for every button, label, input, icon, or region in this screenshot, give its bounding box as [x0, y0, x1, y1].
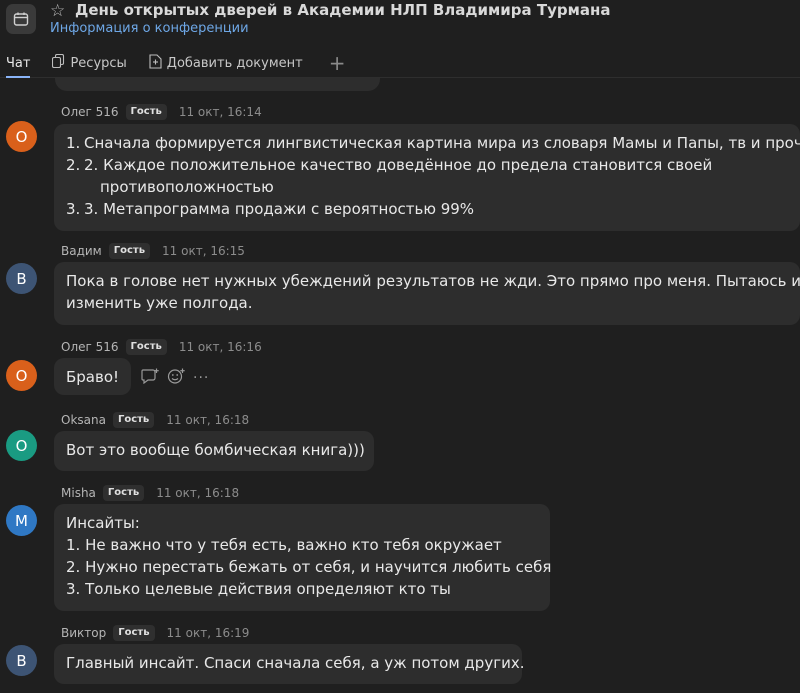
message-list: 1. Сначала формируется лингвистическая к…	[66, 132, 800, 220]
page-title: День открытых дверей в Академии НЛП Влад…	[75, 1, 611, 19]
tab-add-document[interactable]: Добавить документ	[149, 53, 303, 73]
list-item: 1. Сначала формируется лингвистическая к…	[66, 134, 800, 152]
tab-resources[interactable]: Ресурсы	[52, 53, 127, 72]
message-bubble: Вот это вообще бомбическая книга)))	[54, 431, 374, 471]
author-name[interactable]: Вадим	[61, 244, 102, 258]
author-name[interactable]: Олег 516	[61, 105, 119, 119]
message-actions: ···	[141, 368, 209, 388]
conference-header: ☆ День открытых дверей в Академии НЛП Вл…	[0, 0, 800, 78]
message-meta: Олег 516 Гость 11 окт, 16:14	[61, 103, 262, 121]
conference-info-link[interactable]: Информация о конференции	[50, 21, 249, 36]
author-name[interactable]: Виктор	[61, 626, 106, 640]
list-item-continuation: противоположностью	[100, 178, 274, 196]
plus-icon[interactable]: +	[329, 53, 346, 73]
avatar-initial: О	[15, 366, 28, 385]
guest-badge: Гость	[102, 485, 145, 501]
avatar-initial: В	[16, 269, 27, 288]
guest-badge: Гость	[108, 243, 151, 259]
timestamp: 11 окт, 16:19	[166, 626, 250, 640]
tab-resources-label: Ресурсы	[70, 55, 127, 71]
message-meta: Олег 516 Гость 11 окт, 16:16	[61, 338, 262, 356]
guest-badge: Гость	[125, 104, 167, 120]
message-bubble: Инсайты: 1. Не важно что у тебя есть, ва…	[54, 504, 551, 611]
doc-icon	[149, 53, 162, 73]
list-item: 2. 2. Каждое положительное качество довед…	[66, 156, 713, 174]
avatar[interactable]: В	[6, 263, 37, 294]
author-name[interactable]: Олег 516	[61, 340, 119, 354]
avatar[interactable]: О	[6, 430, 37, 461]
message-bubble: 1. Сначала формируется лингвистическая к…	[54, 124, 800, 231]
timestamp: 11 окт, 16:18	[166, 413, 250, 427]
message-bubble: Главный инсайт. Спаси сначала себя, а уж…	[54, 644, 524, 684]
timestamp: 11 окт, 16:15	[162, 244, 245, 258]
tab-bar: Чат Ресурсы Добавить документ +	[0, 50, 368, 78]
calendar-icon[interactable]	[6, 4, 36, 34]
star-icon[interactable]: ☆	[50, 0, 65, 22]
tab-chat[interactable]: Чат	[6, 55, 31, 78]
message-meta: Виктор Гость 11 окт, 16:19	[61, 624, 249, 642]
more-icon[interactable]: ···	[193, 370, 209, 386]
author-name[interactable]: Oksana	[61, 413, 106, 427]
avatar-initial: О	[15, 436, 28, 455]
message-bubble: Пока в голове нет нужных убеждений резул…	[54, 262, 800, 325]
tab-chat-label: Чат	[6, 55, 31, 71]
guest-badge: Гость	[113, 625, 155, 641]
avatar-initial: О	[15, 127, 28, 146]
avatar[interactable]: В	[6, 645, 37, 676]
reply-icon[interactable]	[141, 368, 159, 388]
avatar[interactable]: О	[6, 121, 37, 152]
previous-message-bubble	[55, 78, 380, 91]
copy-icon	[52, 53, 65, 72]
guest-badge: Гость	[125, 339, 167, 355]
avatar[interactable]: М	[6, 505, 37, 536]
timestamp: 11 окт, 16:14	[178, 105, 262, 119]
message-bubble: Браво!	[54, 358, 131, 395]
author-name[interactable]: Misha	[61, 486, 96, 500]
emoji-icon[interactable]	[167, 368, 185, 388]
message-meta: Misha Гость 11 окт, 16:18	[61, 484, 239, 502]
timestamp: 11 окт, 16:16	[178, 340, 262, 354]
avatar-initial: В	[16, 651, 27, 670]
avatar[interactable]: О	[6, 360, 37, 391]
avatar-initial: М	[15, 511, 28, 530]
message-meta: Вадим Гость 11 окт, 16:15	[61, 242, 245, 260]
tab-add-document-label: Добавить документ	[166, 55, 303, 71]
timestamp: 11 окт, 16:18	[156, 486, 240, 500]
list-item: 3. 3. Метапрограмма продажи с вероятность…	[66, 200, 475, 218]
guest-badge: Гость	[112, 412, 155, 428]
message-meta: Oksana Гость 11 окт, 16:18	[61, 411, 249, 429]
